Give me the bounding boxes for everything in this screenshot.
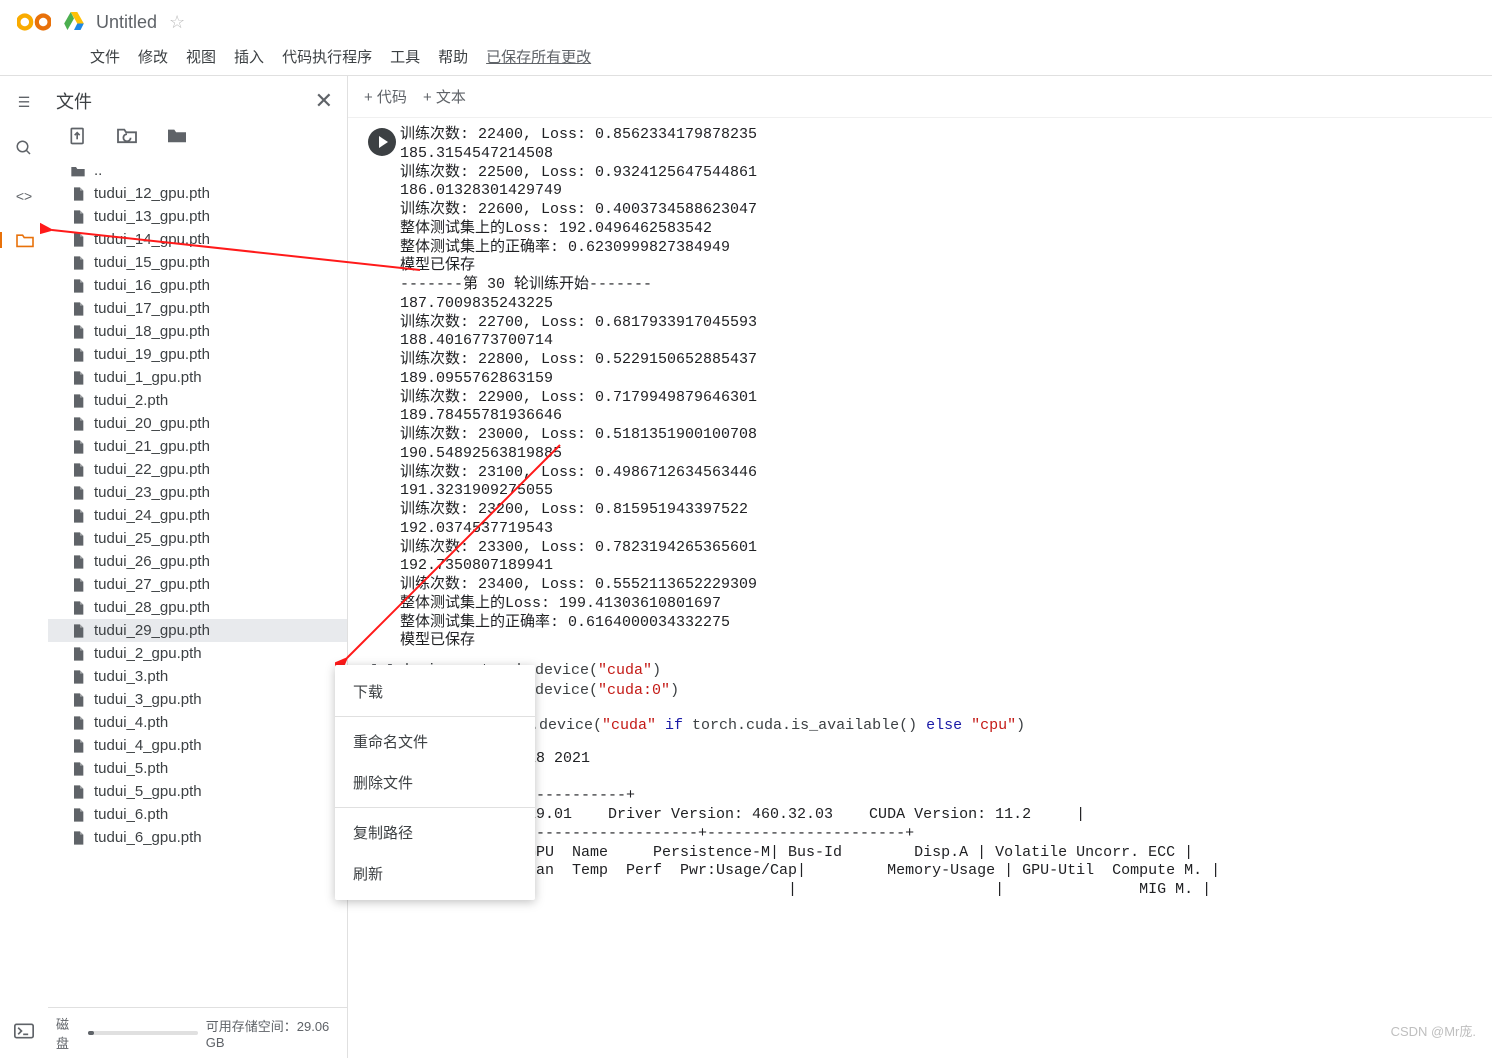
file-row[interactable]: tudui_23_gpu.pth — [48, 481, 347, 504]
ctx-delete[interactable]: 删除文件 — [335, 762, 535, 803]
colab-logo — [16, 4, 52, 40]
file-row[interactable]: tudui_12_gpu.pth — [48, 182, 347, 205]
ctx-copy-path[interactable]: 复制路径 — [335, 812, 535, 853]
ctx-refresh[interactable]: 刷新 — [335, 853, 535, 894]
file-list: ..tudui_12_gpu.pthtudui_13_gpu.pthtudui_… — [48, 159, 347, 1007]
terminal-icon[interactable] — [14, 1023, 34, 1042]
ctx-rename[interactable]: 重命名文件 — [335, 721, 535, 762]
file-row[interactable]: tudui_2_gpu.pth — [48, 642, 347, 665]
menu-edit[interactable]: 修改 — [138, 46, 168, 67]
file-row[interactable]: tudui_28_gpu.pth — [48, 596, 347, 619]
file-row[interactable]: tudui_15_gpu.pth — [48, 251, 347, 274]
file-row[interactable]: tudui_1_gpu.pth — [48, 366, 347, 389]
files-panel-title: 文件 — [56, 88, 92, 114]
files-icon[interactable] — [0, 232, 48, 248]
file-row[interactable]: tudui_14_gpu.pth — [48, 228, 347, 251]
file-row[interactable]: tudui_17_gpu.pth — [48, 297, 347, 320]
menu-runtime[interactable]: 代码执行程序 — [282, 46, 372, 67]
menu-help[interactable]: 帮助 — [438, 46, 468, 67]
file-context-menu: 下载 重命名文件 删除文件 复制路径 刷新 — [335, 665, 535, 900]
file-row[interactable]: tudui_20_gpu.pth — [48, 412, 347, 435]
menu-view[interactable]: 视图 — [186, 46, 216, 67]
notebook-title[interactable]: Untitled — [96, 12, 157, 33]
menu-tools[interactable]: 工具 — [390, 46, 420, 67]
file-row[interactable]: tudui_4.pth — [48, 711, 347, 734]
close-icon[interactable]: ✕ — [315, 88, 333, 114]
mount-drive-icon[interactable] — [166, 126, 188, 149]
file-row[interactable]: tudui_26_gpu.pth — [48, 550, 347, 573]
disk-usage-bar — [88, 1031, 198, 1035]
file-row[interactable]: tudui_2.pth — [48, 389, 347, 412]
parent-folder[interactable]: .. — [48, 159, 347, 182]
file-row[interactable]: tudui_6_gpu.pth — [48, 826, 347, 849]
watermark: CSDN @Mr庞. — [1391, 1021, 1476, 1040]
file-row[interactable]: tudui_16_gpu.pth — [48, 274, 347, 297]
upload-icon[interactable] — [68, 126, 88, 149]
save-status: 已保存所有更改 — [486, 46, 591, 67]
file-row[interactable]: tudui_19_gpu.pth — [48, 343, 347, 366]
add-code-button[interactable]: + 代码 — [364, 86, 407, 107]
file-row[interactable]: tudui_5_gpu.pth — [48, 780, 347, 803]
menu-file[interactable]: 文件 — [90, 46, 120, 67]
file-row[interactable]: tudui_5.pth — [48, 757, 347, 780]
menu-bar: 文件 修改 视图 插入 代码执行程序 工具 帮助 已保存所有更改 — [0, 40, 1492, 76]
toc-icon[interactable]: ☰ — [18, 94, 31, 111]
file-row[interactable]: tudui_24_gpu.pth — [48, 504, 347, 527]
file-row[interactable]: tudui_3.pth — [48, 665, 347, 688]
file-row[interactable]: tudui_29_gpu.pth — [48, 619, 347, 642]
file-row[interactable]: tudui_3_gpu.pth — [48, 688, 347, 711]
menu-insert[interactable]: 插入 — [234, 46, 264, 67]
file-row[interactable]: tudui_22_gpu.pth — [48, 458, 347, 481]
file-row[interactable]: tudui_27_gpu.pth — [48, 573, 347, 596]
drive-icon — [64, 12, 84, 32]
run-cell-button[interactable] — [368, 128, 396, 156]
file-row[interactable]: tudui_13_gpu.pth — [48, 205, 347, 228]
file-row[interactable]: tudui_21_gpu.pth — [48, 435, 347, 458]
search-icon[interactable] — [15, 139, 33, 160]
cell-output: 训练次数: 22400, Loss: 0.8562334179878235 18… — [400, 126, 757, 651]
star-icon[interactable]: ☆ — [169, 12, 185, 33]
disk-label: 磁盘 — [56, 1014, 80, 1052]
disk-available: 可用存储空间：29.06 GB — [206, 1016, 339, 1050]
file-row[interactable]: tudui_6.pth — [48, 803, 347, 826]
add-text-button[interactable]: + 文本 — [423, 86, 466, 107]
file-row[interactable]: tudui_18_gpu.pth — [48, 320, 347, 343]
file-row[interactable]: tudui_4_gpu.pth — [48, 734, 347, 757]
file-row[interactable]: tudui_25_gpu.pth — [48, 527, 347, 550]
code-snippet-icon[interactable]: <> — [16, 188, 32, 204]
ctx-download[interactable]: 下载 — [335, 671, 535, 712]
refresh-icon[interactable] — [116, 126, 138, 149]
